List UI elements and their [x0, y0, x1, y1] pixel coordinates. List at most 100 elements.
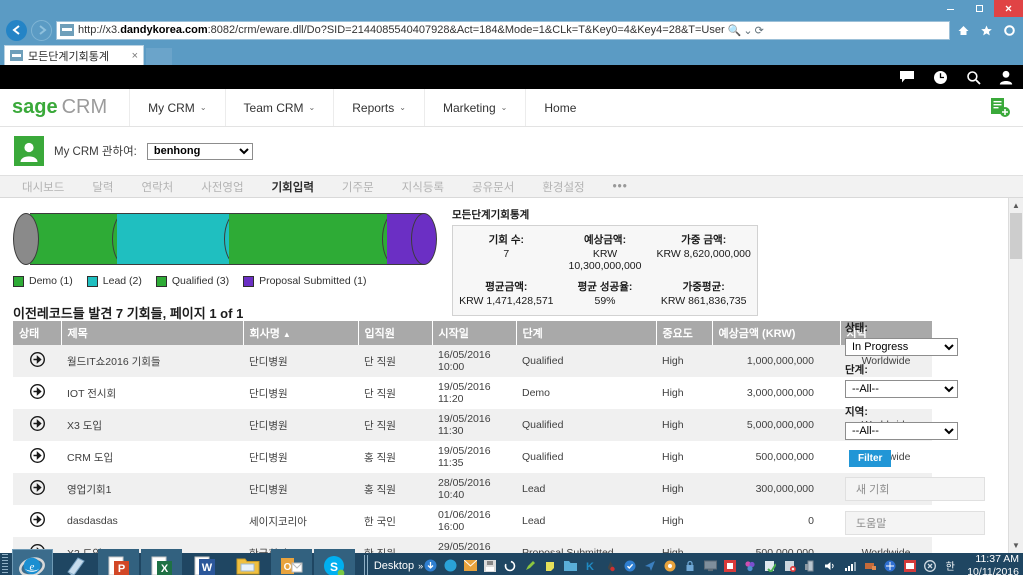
loading-icon[interactable] [503, 559, 517, 573]
clock-icon[interactable] [933, 70, 948, 85]
row-status-cell[interactable] [13, 377, 61, 409]
taskbar-desktop-toolbar[interactable]: Desktop » [363, 554, 423, 575]
folder-icon[interactable] [563, 559, 577, 573]
chat-icon[interactable] [899, 70, 915, 84]
region-filter-select[interactable]: --All-- [845, 422, 958, 440]
status-filter-select[interactable]: In Progress [845, 338, 958, 356]
close-circle-icon[interactable] [923, 559, 937, 573]
tab-dashboard[interactable]: 대시보드 [8, 179, 78, 195]
row-assigned-user[interactable]: 단 직원 [358, 409, 432, 441]
column-header-stage[interactable]: 단계 [516, 321, 657, 345]
display-icon[interactable] [703, 559, 717, 573]
menu-reports[interactable]: Reports ⌄ [333, 89, 424, 126]
column-header-assigned-user[interactable]: 입직원 [358, 321, 433, 345]
back-button[interactable] [6, 19, 27, 41]
taskbar-clock[interactable]: 11:37 AM 10/11/2016 [963, 553, 1023, 575]
flower-icon[interactable] [743, 559, 757, 573]
network-icon[interactable] [843, 559, 857, 573]
arrow-right-icon[interactable] [29, 383, 45, 400]
taskbar-word-icon[interactable]: W [184, 549, 225, 575]
arrow-right-icon[interactable] [29, 415, 45, 432]
row-status-cell[interactable] [13, 345, 61, 377]
menu-my-crm[interactable]: My CRM ⌄ [129, 89, 224, 126]
address-bar[interactable]: http://x3.dandykorea.com:8082/crm/eware.… [56, 20, 950, 40]
tab-knowledge[interactable]: 지식등록 [388, 179, 458, 195]
taskbar-notepad-icon[interactable] [55, 549, 96, 575]
row-company[interactable]: 단디병원 [243, 409, 358, 441]
table-row[interactable]: 영업기회1 단디병원 홍 직원 28/05/2016 10:40 Lead Hi… [13, 473, 932, 505]
tab-presales[interactable]: 사전영업 [187, 179, 257, 195]
row-title[interactable]: dasdasdas [61, 505, 243, 537]
row-title[interactable]: 월드IT쇼2016 기회들 [61, 345, 243, 377]
chevron-down-icon[interactable]: ⌄ [743, 24, 752, 37]
row-status-cell[interactable] [13, 441, 61, 473]
row-title[interactable]: X3 도입 [61, 409, 243, 441]
help-button[interactable]: 도움말 [845, 511, 985, 535]
row-company[interactable]: 단디병원 [243, 377, 358, 409]
tab-contacts[interactable]: 연락처 [128, 179, 188, 195]
user-select[interactable]: benhong [146, 142, 253, 160]
note-icon[interactable] [543, 559, 557, 573]
checkmark-icon[interactable] [763, 559, 777, 573]
menu-home[interactable]: Home [525, 89, 594, 126]
stage-filter-select[interactable]: --All-- [845, 380, 958, 398]
column-header-start-date[interactable]: 시작일 [432, 321, 517, 345]
ime-indicator[interactable]: 한 [943, 559, 957, 573]
refresh-icon[interactable]: ⟳ [755, 24, 764, 37]
filter-button[interactable]: Filter [849, 450, 892, 467]
row-company[interactable]: 세이지코리아 [243, 505, 358, 537]
new-tab-button[interactable] [146, 48, 172, 65]
table-row[interactable]: 월드IT쇼2016 기회들 단디병원 단 직원 16/05/2016 10:00… [13, 345, 932, 377]
taskbar-outlook-icon[interactable]: O [270, 549, 312, 575]
scroll-up-icon[interactable]: ▲ [1009, 198, 1023, 213]
row-assigned-user[interactable]: 홍 직원 [358, 441, 432, 473]
taskbar-excel-icon[interactable]: X [141, 549, 183, 575]
tab-more[interactable]: ••• [599, 181, 642, 193]
alert-square-icon[interactable] [723, 559, 737, 573]
scrollbar-thumb[interactable] [1010, 213, 1022, 259]
taskbar-file-explorer-icon[interactable] [227, 549, 268, 575]
column-header-expected-amount[interactable]: 예상금액 (KRW) [712, 321, 841, 345]
taskbar-ie-icon[interactable]: e [11, 549, 53, 575]
row-status-cell[interactable] [13, 409, 61, 441]
row-assigned-user[interactable]: 단 직원 [358, 377, 432, 409]
table-row[interactable]: IOT 전시회 단디병원 단 직원 19/05/2016 11:20 Demo … [13, 377, 932, 409]
row-status-cell[interactable] [13, 473, 61, 505]
search-icon[interactable] [966, 70, 981, 85]
taskbar-powerpoint-icon[interactable]: P [98, 549, 140, 575]
error-icon[interactable] [783, 559, 797, 573]
row-company[interactable]: 단디병원 [243, 473, 358, 505]
arrow-right-icon[interactable] [29, 511, 45, 528]
row-assigned-user[interactable]: 홍 직원 [358, 473, 432, 505]
column-header-title[interactable]: 제목 [61, 321, 244, 345]
arrow-right-icon[interactable] [29, 447, 45, 464]
close-button[interactable] [994, 0, 1023, 17]
toolbar-grip[interactable] [363, 554, 370, 575]
table-row[interactable]: dasdasdas 세이지코리아 한 국인 01/06/2016 16:00 L… [13, 505, 932, 537]
monitor-alert-icon[interactable] [903, 559, 917, 573]
download-icon[interactable] [423, 559, 437, 573]
sync-icon[interactable] [443, 559, 457, 573]
mail-icon[interactable] [463, 559, 477, 573]
kaspersky-icon[interactable]: K [583, 559, 597, 573]
location-icon[interactable] [883, 559, 897, 573]
menu-team-crm[interactable]: Team CRM ⌄ [224, 89, 334, 126]
tab-close-icon[interactable]: × [132, 50, 138, 62]
row-company[interactable]: 단디병원 [243, 345, 358, 377]
send-icon[interactable] [643, 559, 657, 573]
save-icon[interactable] [483, 559, 497, 573]
tab-opportunities[interactable]: 기회입력 [258, 179, 328, 195]
volume-icon[interactable] [823, 559, 837, 573]
user-icon[interactable] [999, 70, 1013, 85]
column-header-status[interactable]: 상태 [13, 321, 62, 345]
row-assigned-user[interactable]: 한 직원 [358, 537, 432, 554]
table-row[interactable]: CRM 도입 단디병원 홍 직원 19/05/2016 11:35 Qualif… [13, 441, 932, 473]
record-icon[interactable] [663, 559, 677, 573]
row-title[interactable]: CRM 도입 [61, 441, 243, 473]
phone-icon[interactable] [803, 559, 817, 573]
row-title[interactable]: IOT 전시회 [61, 377, 243, 409]
lock-icon[interactable] [683, 559, 697, 573]
row-status-cell[interactable] [13, 505, 61, 537]
flame-icon[interactable] [603, 559, 617, 573]
row-title[interactable]: 영업기회1 [61, 473, 243, 505]
